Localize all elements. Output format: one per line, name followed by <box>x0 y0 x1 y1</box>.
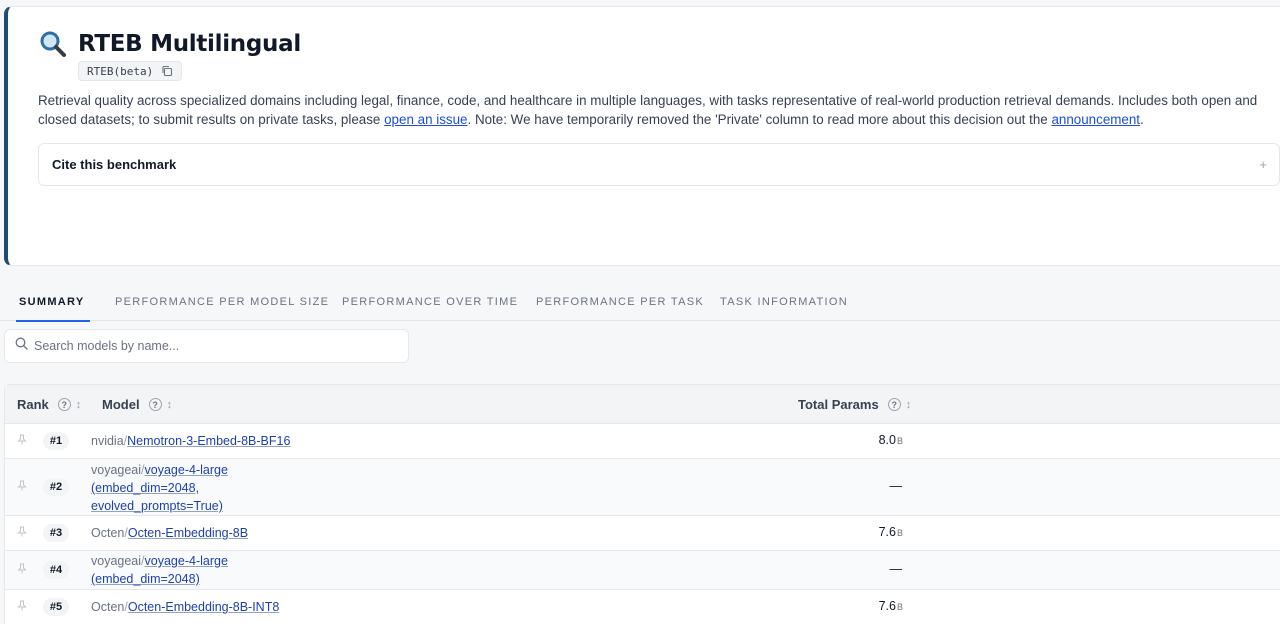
params-value: 8.0 <box>878 433 896 447</box>
model-cell: Octen/Octen-Embedding-8B <box>91 524 248 542</box>
model-link[interactable]: Nemotron-3-Embed-8B-BF16 <box>127 434 290 448</box>
rank-badge: #2 <box>43 478 69 496</box>
model-cell: Octen/Octen-Embedding-8B-INT8 <box>91 598 279 616</box>
model-link[interactable]: Octen-Embedding-8B <box>128 526 248 540</box>
open-issue-link[interactable]: open an issue <box>384 112 467 127</box>
model-link[interactable]: voyage-4-large <box>145 554 228 568</box>
tab-bar: SUMMARY PERFORMANCE PER MODEL SIZE PERFO… <box>0 287 1280 322</box>
help-icon[interactable]: ? <box>887 398 901 411</box>
table-row[interactable]: #2 voyageai/voyage-4-large (embed_dim=20… <box>5 459 1280 516</box>
pin-icon[interactable] <box>17 563 27 577</box>
benchmark-description: Retrieval quality across specialized dom… <box>38 91 1268 129</box>
model-cell: voyageai/voyage-4-large (embed_dim=2048,… <box>91 461 228 515</box>
params-value: 7.6 <box>878 525 896 539</box>
table-row[interactable]: #3 Octen/Octen-Embedding-8B 7.6B <box>5 516 1280 551</box>
params-unit: B <box>896 436 903 446</box>
params-cell: 7.6B <box>879 599 903 613</box>
model-link[interactable]: voyage-4-large <box>145 463 228 477</box>
model-org: Octen <box>91 600 125 614</box>
title-row: RTEB Multilingual <box>38 29 301 59</box>
table-row[interactable]: #4 voyageai/voyage-4-large (embed_dim=20… <box>5 551 1280 590</box>
search-input[interactable] <box>34 339 394 353</box>
model-link[interactable]: Octen-Embedding-8B-INT8 <box>128 600 279 614</box>
model-org: nvidia <box>91 434 124 448</box>
badge-label: RTEB(beta) <box>87 64 154 78</box>
params-cell: 8.0B <box>879 433 903 447</box>
params-cell: — <box>890 562 904 576</box>
model-org: Octen <box>91 526 125 540</box>
model-link-line2[interactable]: (embed_dim=2048, <box>91 481 199 495</box>
table-row[interactable]: #5 Octen/Octen-Embedding-8B-INT8 7.6B <box>5 590 1280 624</box>
page-title: RTEB Multilingual <box>78 31 301 57</box>
benchmark-header-card: RTEB Multilingual RTEB(beta) Retrieval q… <box>4 6 1280 266</box>
pin-icon[interactable] <box>17 600 27 614</box>
table-row[interactable]: #1 nvidia/Nemotron-3-Embed-8B-BF16 8.0B <box>5 424 1280 459</box>
sort-icon[interactable]: ↕ <box>76 399 82 411</box>
params-header-label: Total Params <box>798 397 879 412</box>
tab-summary[interactable]: SUMMARY <box>16 287 90 322</box>
params-value: — <box>889 479 903 493</box>
tab-performance-over-time[interactable]: PERFORMANCE OVER TIME <box>342 287 518 321</box>
params-cell: — <box>890 479 904 493</box>
cite-accordion[interactable]: Cite this benchmark + <box>38 143 1280 186</box>
params-unit: B <box>896 528 903 538</box>
model-org: voyageai <box>91 554 142 568</box>
help-icon[interactable]: ? <box>148 398 162 411</box>
search-box <box>4 329 409 363</box>
tab-performance-per-task[interactable]: PERFORMANCE PER TASK <box>536 287 704 321</box>
params-value: — <box>889 562 903 576</box>
help-icon[interactable]: ? <box>57 398 71 411</box>
params-unit: B <box>896 602 903 612</box>
expand-plus-icon[interactable]: + <box>1259 157 1267 172</box>
rank-header-label: Rank <box>17 397 49 412</box>
leaderboard-table: Rank ? ↕ Model ? ↕ Total Params ? ↕ #1 n… <box>4 384 1280 624</box>
search-icon <box>15 337 28 355</box>
pin-icon[interactable] <box>17 526 27 540</box>
model-link-line3[interactable]: evolved_prompts=True) <box>91 499 223 513</box>
model-link-line2[interactable]: (embed_dim=2048) <box>91 572 200 586</box>
rank-badge: #3 <box>43 524 69 542</box>
description-end: . <box>1140 112 1144 127</box>
copy-icon[interactable] <box>161 65 173 77</box>
magnifier-icon <box>38 29 68 59</box>
table-header: Rank ? ↕ Model ? ↕ Total Params ? ↕ <box>5 385 1280 424</box>
description-text-2: . Note: We have temporarily removed the … <box>467 112 1052 127</box>
rank-badge: #5 <box>43 598 69 616</box>
announcement-link[interactable]: announcement <box>1051 112 1140 127</box>
model-org: voyageai <box>91 463 142 477</box>
model-header-label: Model <box>102 397 140 412</box>
pin-icon[interactable] <box>17 434 27 448</box>
sort-icon[interactable]: ↕ <box>167 399 173 411</box>
tab-task-information[interactable]: TASK INFORMATION <box>720 287 848 321</box>
params-value: 7.6 <box>878 599 896 613</box>
params-cell: 7.6B <box>879 525 903 539</box>
rank-badge: #4 <box>43 561 69 579</box>
rank-badge: #1 <box>43 432 69 450</box>
model-cell: voyageai/voyage-4-large (embed_dim=2048) <box>91 552 228 588</box>
rank-column-header[interactable]: Rank ? ↕ <box>17 397 81 412</box>
model-column-header[interactable]: Model ? ↕ <box>102 397 172 412</box>
sort-icon[interactable]: ↕ <box>906 399 912 411</box>
tab-performance-per-model-size[interactable]: PERFORMANCE PER MODEL SIZE <box>115 287 329 321</box>
cite-label: Cite this benchmark <box>52 157 177 172</box>
pin-icon[interactable] <box>17 480 27 494</box>
params-column-header[interactable]: Total Params ? ↕ <box>798 397 911 412</box>
model-cell: nvidia/Nemotron-3-Embed-8B-BF16 <box>91 432 290 450</box>
benchmark-badge: RTEB(beta) <box>78 61 183 81</box>
